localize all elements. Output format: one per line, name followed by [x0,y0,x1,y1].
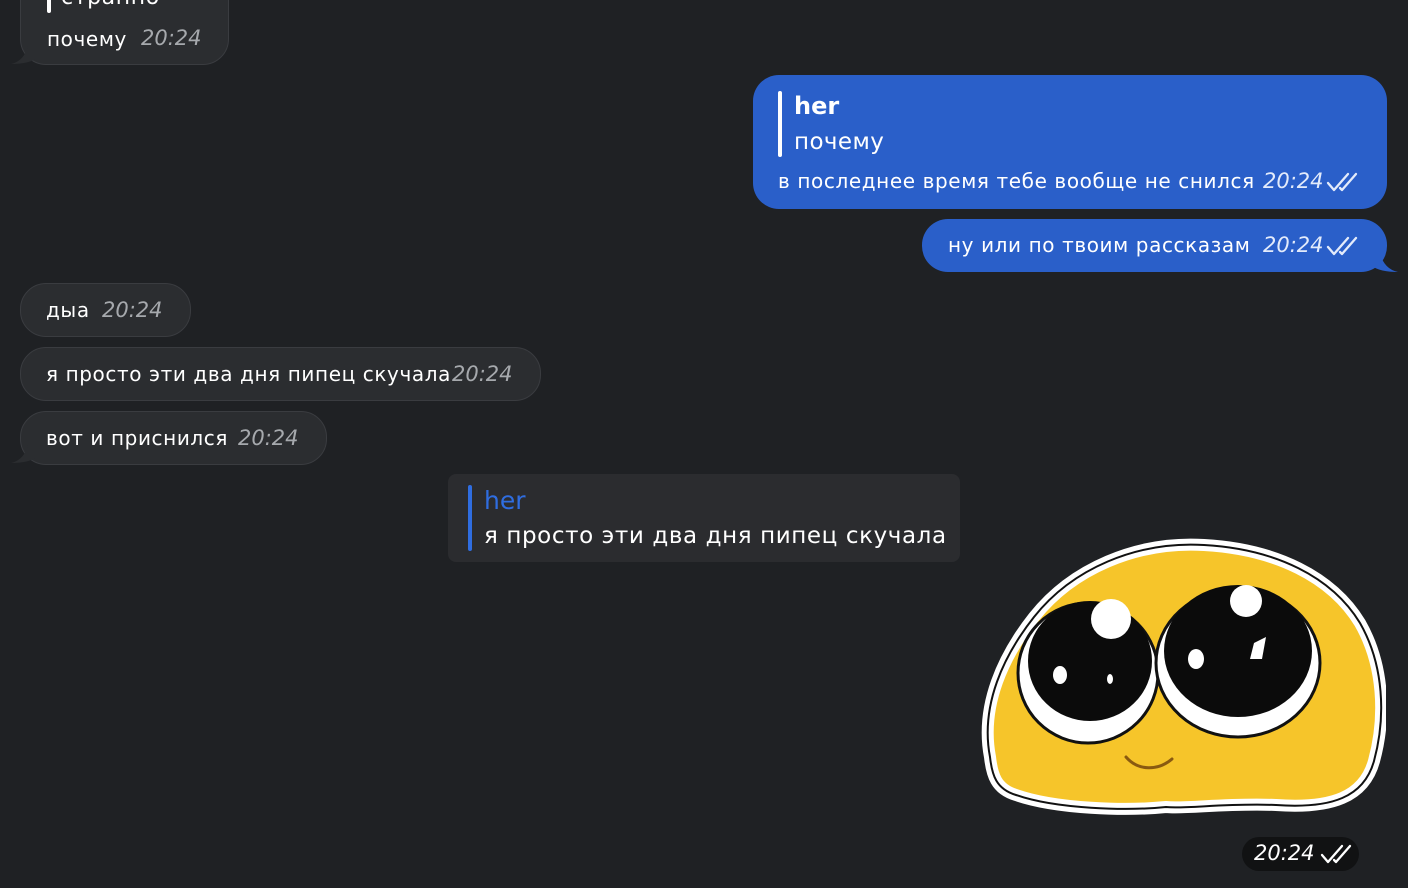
message-incoming-1[interactable]: странно почему 20:24 [20,0,229,65]
bubble-tail [11,445,37,463]
quote-text: почему [794,129,885,155]
message-text: ну или по твоим рассказам [948,233,1251,257]
quote-bar [47,0,51,13]
message-text: вот и приснился [46,426,229,450]
reply-name: her [484,486,526,515]
pleading-face-sticker-icon[interactable] [976,535,1386,815]
message-incoming-4[interactable]: вот и приснился 20:24 [20,411,327,465]
read-checkmarks-icon [1320,844,1352,864]
bubble-tail [11,46,37,64]
message-text: дыа [46,298,90,322]
message-text: я просто эти два дня пипец скучала [46,362,451,386]
message-time: 20:24 [1263,169,1324,193]
message-outgoing-2[interactable]: ну или по твоим рассказам 20:24 [922,219,1387,272]
reply-preview[interactable]: her я просто эти два дня пипец скучала [448,474,960,562]
quote-name: her [794,92,840,120]
quote-bar [778,91,782,157]
message-time: 20:24 [102,298,163,322]
message-time: 20:24 [1263,233,1324,257]
quote-text: странно [61,0,160,10]
reply-accent-bar [468,485,472,551]
read-checkmarks-icon [1326,236,1358,256]
sticker-time: 20:24 [1254,841,1315,865]
message-incoming-3[interactable]: я просто эти два дня пипец скучала 20:24 [20,347,541,401]
message-time: 20:24 [141,26,202,50]
reply-text: я просто эти два дня пипец скучала [484,523,947,549]
message-outgoing-1[interactable]: her почему в последнее время тебе вообще… [753,75,1387,209]
message-incoming-2[interactable]: дыа 20:24 [20,283,191,337]
bubble-tail [1372,253,1398,272]
message-text: в последнее время тебе вообще не снился [778,169,1255,193]
message-time: 20:24 [452,362,513,386]
read-checkmarks-icon [1326,172,1358,192]
message-time: 20:24 [238,426,299,450]
sticker-time-badge: 20:24 [1242,837,1359,871]
message-text: почему [47,27,127,51]
